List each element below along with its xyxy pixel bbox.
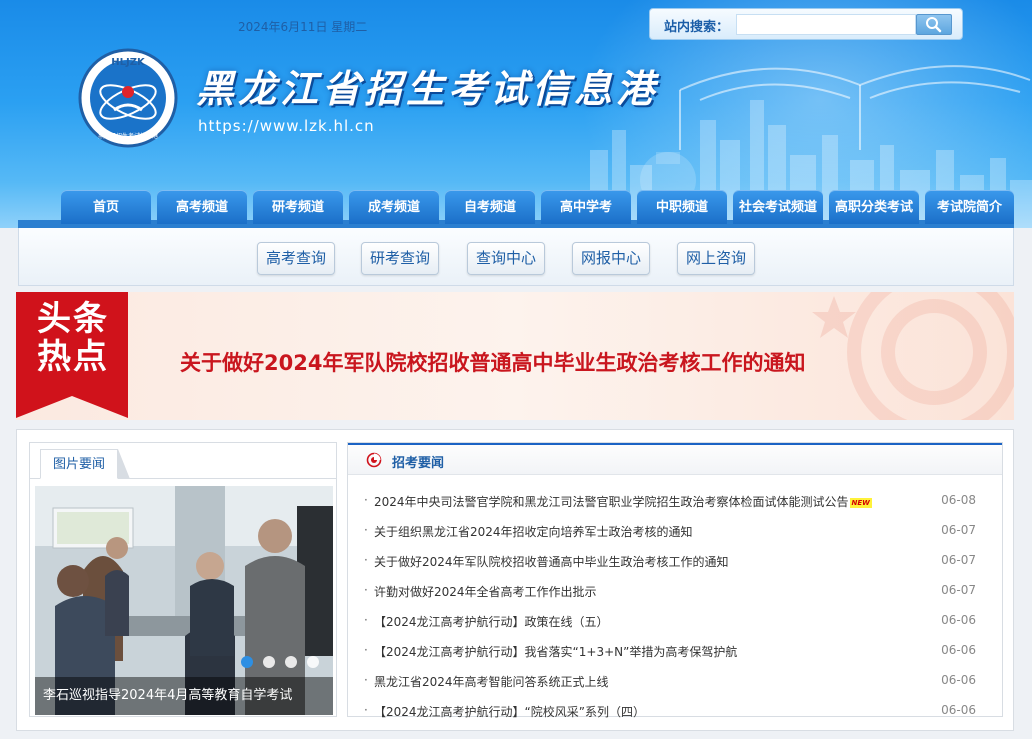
news-item-date: 06-08 bbox=[941, 493, 976, 507]
search-label: 站内搜索： bbox=[664, 20, 730, 35]
news-item-link[interactable]: 关于做好2024年军队院校招收普通高中毕业生政治考核工作的通知 bbox=[364, 553, 729, 570]
nav-item-chengkao[interactable]: 成考频道 bbox=[349, 190, 439, 224]
site-title: 黑龙江省招生考试信息港 bbox=[196, 66, 659, 111]
news-item-date: 06-06 bbox=[941, 613, 976, 627]
news-item: 许勤对做好2024年全省高考工作作出批示 06-07 bbox=[348, 577, 1002, 607]
news-item-link[interactable]: 黑龙江省2024年高考智能问答系统正式上线 bbox=[364, 673, 609, 690]
new-badge: NEW bbox=[849, 498, 872, 508]
quick-link-query-center[interactable]: 查询中心 bbox=[467, 242, 545, 275]
headline-banner: 头条 热点 关于做好2024年军队院校招收普通高中毕业生政治考核工作的通知 bbox=[16, 292, 1014, 420]
news-item-link[interactable]: 2024年中央司法警官学院和黑龙江司法警官职业学院招生政治考察体检面试体能测试公… bbox=[364, 493, 872, 510]
news-item-date: 06-07 bbox=[941, 523, 976, 537]
slide-dot-2[interactable] bbox=[263, 656, 275, 668]
admission-news-panel: 招考要闻 2024年中央司法警官学院和黑龙江司法警官职业学院招生政治考察体检面试… bbox=[347, 442, 1003, 719]
quick-link-gaokao-query[interactable]: 高考查询 bbox=[257, 242, 335, 275]
news-target-icon bbox=[366, 452, 382, 468]
site-url: https://www.lzk.hl.cn bbox=[198, 117, 375, 135]
photo-caption[interactable]: 李石巡视指导2024年4月高等教育自学考试 bbox=[35, 677, 333, 715]
news-item: 关于做好2024年军队院校招收普通高中毕业生政治考核工作的通知 06-07 bbox=[348, 547, 1002, 577]
headline-ribbon-label: 头条 热点 bbox=[37, 299, 109, 377]
news-item: 关于组织黑龙江省2024年招收定向培养军士政治考核的通知 06-07 bbox=[348, 517, 1002, 547]
admission-news-header: 招考要闻 bbox=[348, 443, 1002, 475]
news-item: 【2024龙江高考护航行动】我省落实“1+3+N”举措为高考保驾护航 06-06 bbox=[348, 637, 1002, 667]
news-item-date: 06-06 bbox=[941, 643, 976, 657]
news-item-link[interactable]: 【2024龙江高考护航行动】政策在线（五） bbox=[364, 613, 609, 630]
nav-item-zhongzhi[interactable]: 中职频道 bbox=[637, 190, 727, 224]
nav-item-zikao[interactable]: 自考频道 bbox=[445, 190, 535, 224]
main-nav: 首页 高考频道 研考频道 成考频道 自考频道 高中学考 中职频道 社会考试频道 … bbox=[0, 188, 1032, 228]
search-input[interactable] bbox=[736, 14, 916, 35]
photo-news-header: 图片要闻 bbox=[30, 443, 336, 479]
tab-photo-news[interactable]: 图片要闻 bbox=[40, 449, 118, 479]
news-item-date: 06-06 bbox=[941, 673, 976, 687]
slide-dot-3[interactable] bbox=[285, 656, 297, 668]
nav-item-yankao[interactable]: 研考频道 bbox=[253, 190, 343, 224]
current-date: 2024年6月11日 星期二 bbox=[238, 20, 368, 34]
news-item-date: 06-07 bbox=[941, 553, 976, 567]
news-item: 2024年中央司法警官学院和黑龙江司法警官职业学院招生政治考察体检面试体能测试公… bbox=[348, 487, 1002, 517]
tab-corner bbox=[118, 449, 130, 479]
nav-item-gaokao[interactable]: 高考频道 bbox=[157, 190, 247, 224]
quick-links-bar: 高考查询 研考查询 查询中心 网报中心 网上咨询 bbox=[18, 228, 1014, 286]
photo-news-panel: 图片要闻 李石巡视指导2024年4月高等教育自学考试 bbox=[29, 442, 337, 717]
headline-link[interactable]: 关于做好2024年军队院校招收普通高中毕业生政治考核工作的通知 bbox=[180, 347, 805, 377]
news-item-link[interactable]: 【2024龙江高考护航行动】我省落实“1+3+N”举措为高考保驾护航 bbox=[364, 643, 737, 660]
nav-item-xuekao[interactable]: 高中学考 bbox=[541, 190, 631, 224]
nav-item-home[interactable]: 首页 bbox=[61, 190, 151, 224]
slide-dot-1[interactable] bbox=[241, 656, 253, 668]
slide-dot-4[interactable] bbox=[307, 656, 319, 668]
quick-link-consult[interactable]: 网上咨询 bbox=[677, 242, 755, 275]
logo-subtext: 黑龙江招生考试信息港 bbox=[98, 132, 158, 140]
search-icon bbox=[926, 17, 942, 33]
news-item-date: 06-06 bbox=[941, 703, 976, 717]
news-item-link[interactable]: 关于组织黑龙江省2024年招收定向培养军士政治考核的通知 bbox=[364, 523, 693, 540]
admission-news-title[interactable]: 招考要闻 bbox=[392, 452, 444, 471]
nav-item-social-exams[interactable]: 社会考试频道 bbox=[733, 190, 823, 224]
photo-slide[interactable]: 李石巡视指导2024年4月高等教育自学考试 bbox=[35, 486, 333, 715]
news-item-link[interactable]: 许勤对做好2024年全省高考工作作出批示 bbox=[364, 583, 597, 600]
news-section: 图片要闻 李石巡视指导2024年4月高等教育自学考试 招考要闻 · 2024年中… bbox=[16, 429, 1014, 731]
logo-text: HLJZK bbox=[111, 57, 146, 68]
news-item-link[interactable]: 【2024龙江高考护航行动】“院校风采”系列（四） bbox=[364, 703, 645, 720]
admission-news-list: 2024年中央司法警官学院和黑龙江司法警官职业学院招生政治考察体检面试体能测试公… bbox=[348, 487, 1002, 727]
news-item: 黑龙江省2024年高考智能问答系统正式上线 06-06 bbox=[348, 667, 1002, 697]
quick-link-registration[interactable]: 网报中心 bbox=[572, 242, 650, 275]
site-logo[interactable]: HLJZK 黑龙江招生考试信息港 bbox=[78, 48, 178, 148]
nav-item-vocational[interactable]: 高职分类考试 bbox=[829, 190, 919, 224]
site-search: 站内搜索： bbox=[649, 8, 963, 40]
search-button[interactable] bbox=[916, 14, 952, 35]
nav-item-about[interactable]: 考试院简介 bbox=[925, 190, 1014, 224]
quick-link-yankao-query[interactable]: 研考查询 bbox=[361, 242, 439, 275]
news-item: 【2024龙江高考护航行动】“院校风采”系列（四） 06-06 bbox=[348, 697, 1002, 727]
news-item-date: 06-07 bbox=[941, 583, 976, 597]
news-item: 【2024龙江高考护航行动】政策在线（五） 06-06 bbox=[348, 607, 1002, 637]
